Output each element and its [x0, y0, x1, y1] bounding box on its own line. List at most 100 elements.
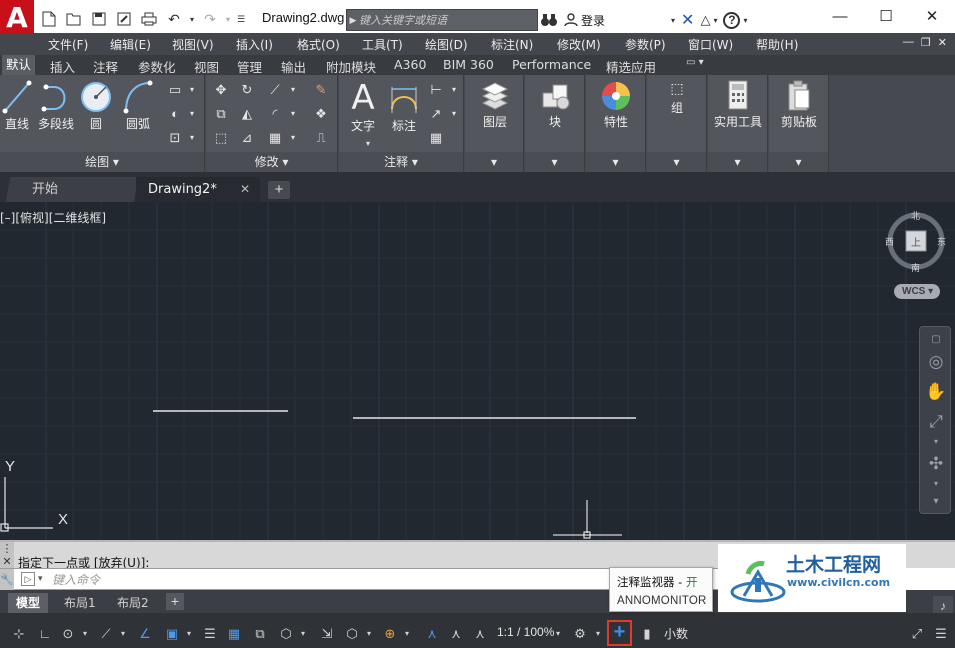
leader-icon[interactable]: ↗ — [427, 105, 445, 123]
snap-mode-icon[interactable]: ⊙ — [58, 624, 78, 644]
menu-format[interactable]: 格式(O) — [297, 36, 340, 53]
block-expand-icon[interactable]: ▾ — [525, 152, 584, 172]
doc-restore-icon[interactable]: ❐ — [921, 36, 931, 49]
status-menu-icon[interactable]: ☰ — [931, 624, 951, 644]
rectangle-dropdown-icon[interactable]: ▾ — [183, 81, 201, 99]
layers-tool[interactable]: 图层 — [471, 79, 519, 130]
annotation-scale-icon[interactable]: ⋏ — [470, 624, 490, 644]
tab-manage[interactable]: 管理 — [237, 57, 262, 76]
annotation-visibility-icon[interactable]: ⋏ — [422, 624, 442, 644]
selection-filter-dropdown-icon[interactable]: ▾ — [363, 624, 375, 644]
tab-insert[interactable]: 插入 — [50, 57, 75, 76]
linear-dimension-icon[interactable]: ⊢ — [427, 81, 445, 99]
table-icon[interactable]: ▦ — [427, 129, 445, 147]
array-dropdown-icon[interactable]: ▾ — [284, 129, 302, 147]
viewcube-west[interactable]: 西 — [885, 235, 894, 248]
rectangle-icon[interactable]: ▭ — [166, 81, 184, 99]
sign-in-dropdown-icon[interactable]: ▾ — [671, 16, 675, 25]
offset-icon[interactable]: ⎍ — [312, 129, 330, 147]
clean-screen-icon[interactable]: ⤢ — [907, 624, 927, 644]
navbar-close-icon[interactable]: ▢ — [924, 329, 948, 351]
clipboard-tool[interactable]: 剪贴板 — [773, 79, 825, 130]
menu-edit[interactable]: 编辑(E) — [110, 36, 151, 53]
tab-view[interactable]: 视图 — [194, 57, 219, 76]
auto-scale-icon[interactable]: ⋏ — [446, 624, 466, 644]
search-expand-icon[interactable]: ▶ — [347, 15, 359, 26]
close-tab-icon[interactable]: ✕ — [240, 177, 250, 202]
annotation-scale-value[interactable]: 1:1 / 100% — [497, 625, 554, 639]
circle-tool[interactable]: 圆 — [80, 79, 112, 132]
object-snap-icon[interactable]: ▣ — [162, 624, 182, 644]
erase-icon[interactable]: ✎ — [312, 81, 330, 99]
new-file-icon[interactable] — [38, 8, 60, 30]
doc-minimize-icon[interactable]: — — [903, 36, 914, 49]
group-expand-icon[interactable]: ▾ — [647, 152, 706, 172]
region-icon[interactable]: ⊡ — [166, 129, 184, 147]
linear-dimension-dropdown-icon[interactable]: ▾ — [445, 81, 463, 99]
utilities-tool[interactable]: 实用工具 — [710, 79, 766, 130]
tab-layout1[interactable]: 布局1 — [56, 593, 104, 613]
plot-icon[interactable] — [138, 8, 160, 30]
menu-draw[interactable]: 绘图(D) — [425, 36, 468, 53]
group-tool[interactable]: ⬚ 组 — [653, 79, 701, 116]
tab-addins[interactable]: 附加模块 — [326, 57, 376, 76]
viewcube-south[interactable]: 南 — [911, 261, 920, 274]
search-input[interactable] — [359, 13, 535, 27]
exchange-apps-icon[interactable]: ✕ — [681, 10, 694, 30]
menu-parametric[interactable]: 参数(P) — [625, 36, 666, 53]
stretch-icon[interactable]: ⬚ — [212, 129, 230, 147]
3d-object-snap-icon[interactable]: ⬡ — [276, 624, 296, 644]
layers-expand-icon[interactable]: ▾ — [465, 152, 523, 172]
tab-annotate[interactable]: 注释 — [93, 57, 118, 76]
copy-icon[interactable]: ⧉ — [212, 105, 230, 123]
doc-close-icon[interactable]: ✕ — [938, 36, 947, 49]
drawing-canvas[interactable]: [–][俯视][二维线框] Y X 北 南 东 西 上 WCS ▾ ▢ ◎ ✋ … — [0, 202, 955, 540]
minimize-icon[interactable]: — — [817, 0, 863, 32]
workspace-dropdown-icon[interactable]: ▾ — [592, 624, 604, 644]
tab-performance[interactable]: Performance — [512, 57, 591, 72]
layers-panel[interactable]: 图层 ▾ — [465, 75, 524, 172]
modify-panel-title[interactable]: 修改 ▾ — [206, 152, 337, 172]
infer-dropdown-icon[interactable]: ▾ — [117, 624, 129, 644]
polar-tracking-icon[interactable]: ∠ — [134, 624, 156, 644]
mirror-icon[interactable]: ◭ — [238, 105, 256, 123]
annotation-monitor-button[interactable]: + — [607, 620, 632, 646]
line-tool[interactable]: 直线 — [2, 79, 32, 132]
lineweight-icon[interactable]: ☰ — [200, 624, 220, 644]
menu-file[interactable]: 文件(F) — [48, 36, 88, 53]
wcs-menu[interactable]: WCS ▾ — [894, 284, 940, 299]
menu-modify[interactable]: 修改(M) — [557, 36, 601, 53]
redo-dropdown-icon[interactable]: ▾ — [224, 8, 232, 30]
command-prompt-icon[interactable]: ▷ — [21, 572, 35, 586]
menu-window[interactable]: 窗口(W) — [688, 36, 733, 53]
trim-dropdown-icon[interactable]: ▾ — [284, 81, 302, 99]
draw-panel-title[interactable]: 绘图 ▾ — [0, 152, 204, 172]
undo-dropdown-icon[interactable]: ▾ — [188, 8, 196, 30]
clipboard-expand-icon[interactable]: ▾ — [769, 152, 828, 172]
block-tool[interactable]: 块 — [531, 79, 579, 130]
add-layout-button[interactable]: + — [166, 593, 184, 610]
hatch-dropdown-icon[interactable]: ▾ — [183, 105, 201, 123]
viewcube-north[interactable]: 北 — [911, 209, 920, 222]
gizmo-icon[interactable]: ⊕ — [380, 624, 400, 644]
polyline-tool[interactable]: 多段线 — [36, 79, 76, 132]
gizmo-dropdown-icon[interactable]: ▾ — [401, 624, 413, 644]
text-tool[interactable]: A 文字 — [345, 79, 381, 134]
selection-cycling-icon[interactable]: ⧉ — [250, 624, 270, 644]
workspace-gear-icon[interactable]: ⚙ — [570, 624, 590, 644]
tab-home[interactable]: 默认 — [2, 55, 36, 75]
maximize-icon[interactable]: ☐ — [863, 0, 909, 32]
trim-icon[interactable]: ⟋ — [266, 81, 284, 99]
annotation-panel-title[interactable]: 注释 ▾ — [339, 152, 463, 172]
region-dropdown-icon[interactable]: ▾ — [183, 129, 201, 147]
utilities-expand-icon[interactable]: ▾ — [708, 152, 767, 172]
customize-qat-icon[interactable]: ☰ — [235, 8, 247, 30]
fillet-dropdown-icon[interactable]: ▾ — [284, 105, 302, 123]
new-tab-button[interactable]: + — [268, 181, 290, 199]
3d-snap-dropdown-icon[interactable]: ▾ — [297, 624, 309, 644]
object-snap-dropdown-icon[interactable]: ▾ — [183, 624, 195, 644]
orbit-icon[interactable]: ✣ — [924, 453, 948, 475]
close-icon[interactable]: ✕ — [909, 0, 955, 32]
properties-tool[interactable]: 特性 — [592, 79, 640, 130]
properties-expand-icon[interactable]: ▾ — [586, 152, 645, 172]
